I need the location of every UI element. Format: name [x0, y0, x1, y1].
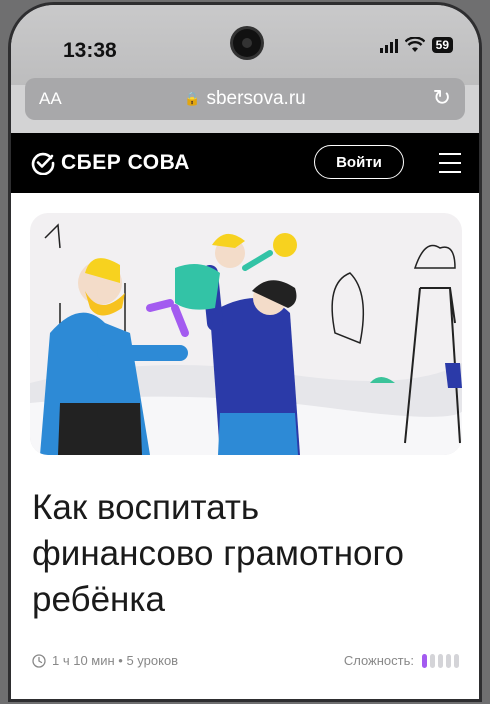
clock-icon: [32, 653, 46, 668]
site-logo[interactable]: СБЕР СОВА: [31, 151, 190, 175]
signal-icon: [379, 37, 398, 53]
url-field[interactable]: 🔒 sbersova.ru: [25, 88, 465, 110]
status-time: 13:38: [63, 39, 117, 62]
reload-icon[interactable]: ↻: [433, 85, 451, 111]
login-button[interactable]: Войти: [314, 145, 404, 179]
difficulty-dot: [446, 653, 451, 668]
page-content: Как воспитать финансово грамотного ребён…: [11, 193, 479, 699]
duration-text: 1 ч 10 мин • 5 уроков: [52, 653, 179, 668]
difficulty-dots: [422, 653, 459, 668]
browser-url-bar[interactable]: AA 🔒 sbersova.ru ↻: [25, 78, 465, 120]
title-line: финансово грамотного: [32, 534, 404, 573]
check-circle-icon: [31, 152, 55, 175]
difficulty-dot: [430, 653, 435, 668]
difficulty-label: Сложность:: [343, 653, 414, 668]
site-header: СБЕР СОВА Войти: [11, 133, 479, 193]
lock-icon: 🔒: [184, 91, 201, 106]
status-bar: 13:38 59: [11, 5, 479, 85]
phone-frame: 13:38 59 AA 🔒 sbersova.ru ↻ СБЕР СОВА Вой: [8, 2, 482, 702]
battery-icon: 59: [431, 37, 453, 53]
course-duration: 1 ч 10 мин • 5 уроков: [32, 653, 178, 668]
family-illustration: [30, 223, 462, 455]
article-title: Как воспитать финансово грамотного ребён…: [32, 485, 452, 623]
difficulty-indicator: Сложность:: [344, 653, 459, 668]
logo-text: СБЕР СОВА: [61, 151, 190, 174]
title-line: Как воспитать: [32, 488, 260, 527]
hamburger-menu-icon[interactable]: [439, 153, 461, 173]
url-text: sbersova.ru: [206, 88, 306, 109]
difficulty-dot: [438, 653, 443, 668]
status-icons: 59: [379, 37, 453, 53]
difficulty-dot: [422, 653, 427, 668]
title-line: ребёнка: [32, 580, 165, 619]
difficulty-dot: [454, 653, 459, 668]
wifi-icon: [404, 37, 425, 52]
front-camera: [233, 29, 261, 57]
article-illustration: [30, 213, 462, 455]
